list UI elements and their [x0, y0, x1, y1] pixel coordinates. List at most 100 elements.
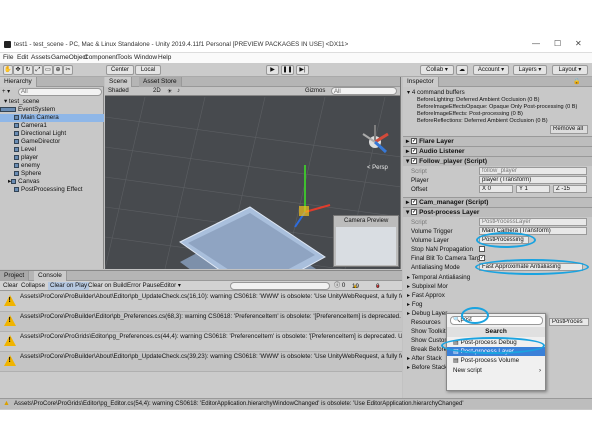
hierarchy-item[interactable]: Directional Light	[0, 130, 104, 138]
tab-hierarchy[interactable]: Hierarchy	[0, 77, 37, 87]
flare-layer-header[interactable]: ▸ ✓ Flare Layer	[403, 136, 592, 146]
remove-all-button[interactable]: Remove all	[550, 125, 588, 134]
log-entry[interactable]: Assets\ProCore\ProBuilder\About\Editor\p…	[0, 352, 402, 372]
status-message[interactable]: Assets\ProCore\ProGrids\Editor\pg_Editor…	[14, 401, 463, 407]
offset-z-field[interactable]: Z -15	[553, 185, 587, 193]
fast-approx-foldout[interactable]: ▸ Fast Approx	[407, 291, 592, 300]
popup-new-script[interactable]: New script ›	[447, 366, 545, 375]
cloud-icon[interactable]: ☁	[456, 65, 468, 75]
hierarchy-item[interactable]: Camera1	[0, 122, 104, 130]
hierarchy-item-scene[interactable]: ▾ test_scene	[0, 98, 104, 106]
hierarchy-item[interactable]: EventSystem	[0, 106, 104, 114]
offset-x-field[interactable]: X 0	[479, 185, 513, 193]
layout-dropdown[interactable]: Layout ▾	[552, 65, 588, 75]
scene-toolbar: Shaded 2D ☀ ♪ Gizmos All	[105, 87, 400, 96]
log-entry[interactable]: Assets\ProCore\ProBuilder\Editor\pb_Pref…	[0, 312, 402, 332]
hierarchy-item[interactable]: GameDirector	[0, 138, 104, 146]
menu-gameobject[interactable]: GameObject	[51, 54, 88, 61]
scene-search-input[interactable]: All	[331, 87, 397, 95]
stop-nan-checkbox[interactable]	[479, 246, 485, 252]
gizmos-dropdown[interactable]: Gizmos	[305, 88, 325, 94]
info-count-icon[interactable]: ⓘ 0	[334, 282, 345, 290]
hierarchy-item[interactable]: Level	[0, 146, 104, 154]
gizmo-center[interactable]	[299, 206, 309, 216]
player-field[interactable]: player (Transform)	[479, 176, 587, 184]
error-pause-toggle[interactable]: Error Pause	[127, 282, 160, 290]
tab-inspector[interactable]: Inspector	[403, 77, 439, 87]
create-dropdown[interactable]: + ▾	[2, 88, 10, 95]
orientation-gizmo[interactable]	[362, 125, 389, 154]
menu-help[interactable]: Help	[158, 54, 171, 61]
editor-dropdown[interactable]: Editor ▾	[160, 282, 181, 290]
scale-tool-button[interactable]: ⤢	[33, 65, 43, 75]
shading-mode-dropdown[interactable]: Shaded	[108, 88, 129, 94]
rect-tool-button[interactable]: ▭	[43, 65, 53, 75]
main-toolbar: ✋ ✥ ↻ ⤢ ▭ ⊕ ✂ Center Local ▶ ❚❚ ▶| Colla…	[0, 63, 592, 77]
lighting-toggle-icon[interactable]: ☀	[167, 88, 172, 95]
transform-tool-button[interactable]: ⊕	[53, 65, 63, 75]
pause-button[interactable]: ❚❚	[281, 65, 294, 75]
maximize-button[interactable]: ☐	[554, 39, 561, 48]
follow-player-checkbox[interactable]: ✓	[411, 158, 418, 165]
scene-view[interactable]: Scene Asset Store Shaded 2D ☀ ♪ Gizmos A…	[105, 77, 401, 269]
hierarchy-item[interactable]: ▸ Canvas	[0, 178, 104, 186]
menu-edit[interactable]: Edit	[17, 54, 28, 61]
follow-player-header[interactable]: ▾ ✓ Follow_player (Script)	[403, 156, 592, 166]
hierarchy-item[interactable]: PostProcessing Effect	[0, 186, 104, 194]
temporal-aa-foldout[interactable]: ▸ Temporal Antialiasing	[407, 273, 592, 282]
cam-manager-header[interactable]: ▸ ✓ Cam_manager (Script)	[403, 197, 592, 207]
2d-toggle[interactable]: 2D	[153, 88, 161, 94]
clear-on-build-toggle[interactable]: Clear on Build	[88, 282, 127, 290]
cam-manager-checkbox[interactable]: ✓	[411, 199, 418, 206]
menu-assets[interactable]: Assets	[31, 54, 51, 61]
tab-console[interactable]: Console	[34, 271, 67, 281]
move-tool-button[interactable]: ✥	[13, 65, 23, 75]
fog-foldout[interactable]: ▸ Fog	[407, 300, 592, 309]
popup-item-postprocess-volume[interactable]: ▤ Post-process Volume	[447, 356, 545, 365]
hierarchy-tabbar: Hierarchy	[0, 77, 104, 87]
offset-y-field[interactable]: Y 1	[516, 185, 550, 193]
custom-tool-button[interactable]: ✂	[63, 65, 73, 75]
lock-icon[interactable]: 🔒	[573, 78, 580, 85]
menu-file[interactable]: File	[3, 54, 13, 61]
rotate-tool-button[interactable]: ↻	[23, 65, 33, 75]
clear-button[interactable]: Clear	[3, 282, 18, 290]
audio-toggle-icon[interactable]: ♪	[177, 88, 180, 94]
stop-nan-label: Stop NaN Propagation	[411, 246, 473, 253]
hierarchy-search-input[interactable]: All	[18, 88, 102, 96]
post-process-layer-checkbox[interactable]: ✓	[411, 209, 418, 216]
post-process-layer-header[interactable]: ▾ ✓ Post-process Layer	[403, 207, 592, 217]
final-blit-checkbox[interactable]: ✓	[479, 255, 485, 261]
tab-project[interactable]: Project	[0, 271, 30, 281]
pivot-local-toggle[interactable]: Local	[135, 65, 161, 75]
log-entry[interactable]: Assets\ProCore\ProGrids\Editor\pg_Prefer…	[0, 332, 402, 352]
clear-on-play-toggle[interactable]: Clear on Play	[48, 282, 90, 290]
hierarchy-item[interactable]: player	[0, 154, 104, 162]
audio-listener-header[interactable]: ▸ ✓ Audio Listener	[403, 146, 592, 156]
layers-dropdown[interactable]: Layers ▾	[513, 65, 547, 75]
close-button[interactable]: ✕	[575, 39, 582, 48]
collab-dropdown[interactable]: Collab ▾	[420, 65, 454, 75]
hand-tool-button[interactable]: ✋	[3, 65, 13, 75]
minimize-button[interactable]: —	[532, 39, 540, 48]
persp-label[interactable]: < Persp	[367, 165, 388, 171]
hierarchy-item[interactable]: Sphere	[0, 170, 104, 178]
audio-listener-checkbox[interactable]: ✓	[411, 148, 418, 155]
hierarchy-item[interactable]: enemy	[0, 162, 104, 170]
flare-layer-checkbox[interactable]: ✓	[411, 138, 418, 145]
tab-asset-store[interactable]: Asset Store	[139, 77, 182, 87]
subpixel-foldout[interactable]: ▸ Subpixel Mor	[407, 282, 592, 291]
tab-scene[interactable]: Scene	[105, 77, 133, 87]
resources-field[interactable]: PostProces	[549, 318, 589, 326]
play-button[interactable]: ▶	[266, 65, 279, 75]
hierarchy-item-selected[interactable]: Main Camera	[0, 114, 104, 122]
log-entry[interactable]: Assets\ProCore\ProBuilder\About\Editor\p…	[0, 292, 402, 312]
account-dropdown[interactable]: Account ▾	[473, 65, 509, 75]
menu-tools[interactable]: Tools	[117, 54, 132, 61]
menu-component[interactable]: Component	[84, 54, 118, 61]
step-button[interactable]: ▶|	[296, 65, 309, 75]
pivot-center-toggle[interactable]: Center	[106, 65, 134, 75]
console-search-input[interactable]	[230, 282, 330, 290]
menu-window[interactable]: Window	[134, 54, 157, 61]
collapse-button[interactable]: Collapse	[21, 282, 45, 290]
